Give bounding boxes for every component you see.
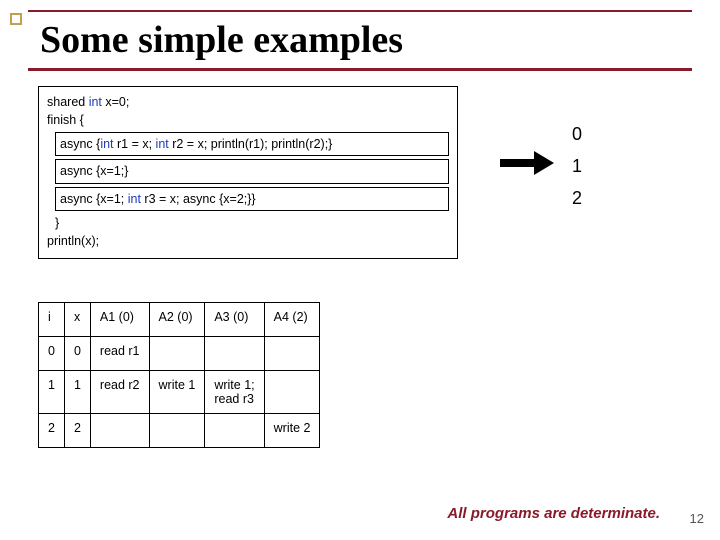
cell <box>264 337 320 371</box>
code-keyword: int <box>89 95 102 109</box>
col-i: i <box>39 303 65 337</box>
table-header-row: i x A1 (0) A2 (0) A3 (0) A4 (2) <box>39 303 320 337</box>
code-text: r3 = x; async {x=2;}} <box>141 192 256 206</box>
slide-title: Some simple examples <box>40 18 403 62</box>
title-rule-top <box>28 10 692 12</box>
code-keyword: int <box>100 137 113 151</box>
code-keyword: int <box>128 192 141 206</box>
cell <box>149 414 205 448</box>
code-text: async { <box>60 137 100 151</box>
code-keyword: int <box>156 137 169 151</box>
col-a2: A2 (0) <box>149 303 205 337</box>
cell: 0 <box>39 337 65 371</box>
page-number: 12 <box>690 511 704 526</box>
annotation-2: 2 <box>572 188 582 209</box>
cell: write 2 <box>264 414 320 448</box>
cell <box>205 337 264 371</box>
title-rule-bottom <box>28 68 692 71</box>
code-example-box: shared int x=0; finish { async {int r1 =… <box>38 86 458 259</box>
code-text: r1 = x; <box>114 137 156 151</box>
table-row: 1 1 read r2 write 1 write 1; read r3 <box>39 371 320 414</box>
cell <box>205 414 264 448</box>
cell <box>90 414 149 448</box>
code-text: x=0; <box>102 95 129 109</box>
cell <box>264 371 320 414</box>
cell: 1 <box>64 371 90 414</box>
annotation-0: 0 <box>572 124 582 145</box>
cell: read r2 <box>90 371 149 414</box>
footer-note: All programs are determinate. <box>447 505 660 522</box>
arrow-icon <box>500 153 554 173</box>
code-line-finish: finish { <box>47 111 449 129</box>
cell: read r1 <box>90 337 149 371</box>
cell: 1 <box>39 371 65 414</box>
cell: 2 <box>39 414 65 448</box>
code-line-shared: shared int x=0; <box>47 93 449 111</box>
code-async-box-3: async {x=1; int r3 = x; async {x=2;}} <box>55 187 449 211</box>
table-row: 0 0 read r1 <box>39 337 320 371</box>
annotation-1: 1 <box>572 156 582 177</box>
code-line-println: println(x); <box>47 232 449 250</box>
code-text: r2 = x; println(r1); println(r2);} <box>169 137 333 151</box>
cell: 2 <box>64 414 90 448</box>
title-decor-box <box>10 13 22 25</box>
col-a1: A1 (0) <box>90 303 149 337</box>
cell: write 1; read r3 <box>205 371 264 414</box>
code-text: shared <box>47 95 89 109</box>
cell: write 1 <box>149 371 205 414</box>
code-line-close: } <box>55 214 449 232</box>
col-a3: A3 (0) <box>205 303 264 337</box>
cell <box>149 337 205 371</box>
cell: 0 <box>64 337 90 371</box>
table-row: 2 2 write 2 <box>39 414 320 448</box>
code-async-box-2: async {x=1;} <box>55 159 449 183</box>
col-x: x <box>64 303 90 337</box>
code-text: async {x=1; <box>60 192 128 206</box>
execution-table: i x A1 (0) A2 (0) A3 (0) A4 (2) 0 0 read… <box>38 302 320 448</box>
col-a4: A4 (2) <box>264 303 320 337</box>
code-async-box-1: async {int r1 = x; int r2 = x; println(r… <box>55 132 449 156</box>
